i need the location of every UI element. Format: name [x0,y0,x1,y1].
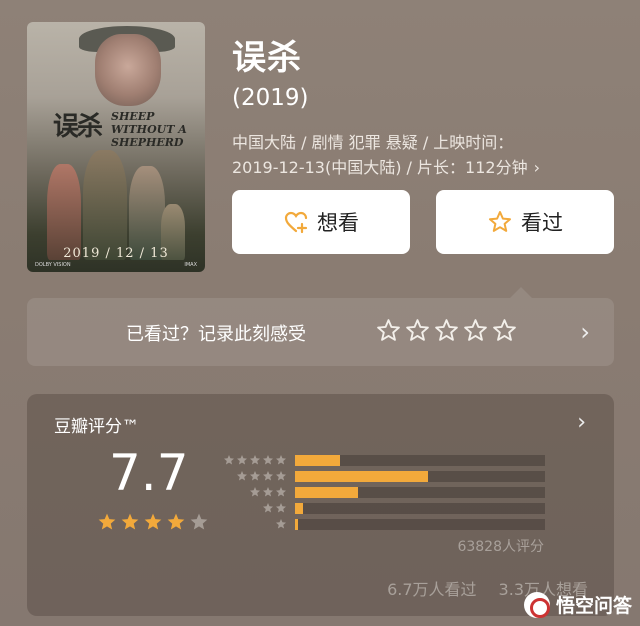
star-small-icon [263,455,273,465]
poster-date: 2019 / 12 / 13 [63,246,169,261]
movie-year: (2019) [232,85,309,111]
want-button[interactable]: 想看 [232,190,410,254]
star-outline-icon[interactable] [492,318,517,343]
wukong-logo-icon [523,591,550,618]
star-filled-icon [167,513,185,530]
distribution-bar [295,454,340,466]
seen-button[interactable]: 看过 [436,190,614,254]
distribution-bar [295,502,303,514]
star-small-icon [237,455,247,465]
distribution-bar [295,470,428,482]
distribution-bar [295,486,358,498]
distribution-stars [223,518,287,530]
distribution-track [295,502,545,514]
want-label: 想看 [317,211,359,235]
distribution-track [295,470,545,482]
poster-people [47,150,187,260]
star-outline-icon[interactable] [463,318,488,343]
star-filled-icon [144,513,162,530]
watermark-text: 悟空问答 [555,595,632,617]
chevron-right-icon[interactable]: › [580,318,590,346]
chevron-right-icon: › [533,158,540,177]
star-small-icon [276,455,286,465]
rating-title: 豆瓣评分™ [54,417,139,437]
poster-logo-left: DOLBY VISION [35,262,71,268]
rating-score: 7.7 [109,444,189,502]
movie-title: 误杀 [232,38,302,78]
star-small-icon [276,471,286,481]
distribution-row [223,468,549,484]
poster-credits [35,28,75,98]
score-stars [97,512,209,532]
star-small-icon [237,471,247,481]
star-outline-icon[interactable] [405,318,430,343]
star-small-icon [250,487,260,497]
poster-logos: DOLBY VISION IMAX [35,262,197,268]
rating-distribution [223,452,549,532]
poster-title-cn: 误杀 [53,112,103,142]
poster-logo-right: IMAX [184,262,197,268]
distribution-track [295,486,545,498]
seen-count[interactable]: 6.7万人看过 [387,576,476,600]
star-small-icon [250,471,260,481]
rate-stars[interactable] [376,318,517,343]
distribution-track [295,454,545,466]
meta-line-1: 中国大陆 / 剧情 犯罪 悬疑 / 上映时间： [232,133,514,152]
star-small-icon [276,487,286,497]
heart-plus-icon [284,211,308,234]
meta-line-2: 2019-12-13(中国大陆) / 片长：112分钟 › [232,158,540,177]
star-small-icon [263,487,273,497]
star-small-icon [263,503,273,513]
distribution-bar [295,518,298,530]
movie-meta[interactable]: 中国大陆 / 剧情 犯罪 悬疑 / 上映时间： 2019-12-13(中国大陆)… [232,130,612,180]
distribution-row [223,500,549,516]
star-outline-icon[interactable] [376,318,401,343]
distribution-stars [223,502,287,514]
poster-title-en: SHEEP WITHOUT A SHEPHERD [111,110,187,149]
watermark: 悟空问答 [523,591,632,618]
distribution-row [223,452,549,468]
rating-card[interactable]: 豆瓣评分™ › 7.7 63828人评分 6.7万人看过 3.3万人想看 [27,394,614,616]
distribution-stars [223,470,287,482]
rate-row-notch [510,287,532,298]
poster-face [95,34,161,106]
star-small-icon [276,503,286,513]
rate-prompt-label: 已看过？记录此刻感受 [126,324,306,345]
distribution-stars [223,486,287,498]
star-small-icon [263,471,273,481]
rating-count: 63828人评分 [457,539,544,555]
seen-label: 看过 [521,211,563,235]
rate-prompt-row[interactable]: 已看过？记录此刻感受 › [27,298,614,366]
star-small-icon [276,519,286,529]
distribution-row [223,516,549,532]
star-outline-icon [489,211,511,232]
distribution-row [223,484,549,500]
distribution-track [295,518,545,530]
chevron-right-icon[interactable]: › [577,410,586,435]
star-filled-icon [98,513,116,530]
star-filled-icon [121,513,139,530]
star-small-icon [250,455,260,465]
star-empty-icon [190,513,208,530]
star-small-icon [224,455,234,465]
movie-poster[interactable]: 误杀 SHEEP WITHOUT A SHEPHERD 2019 / 12 / … [27,22,205,272]
star-outline-icon[interactable] [434,318,459,343]
distribution-stars [223,454,287,466]
